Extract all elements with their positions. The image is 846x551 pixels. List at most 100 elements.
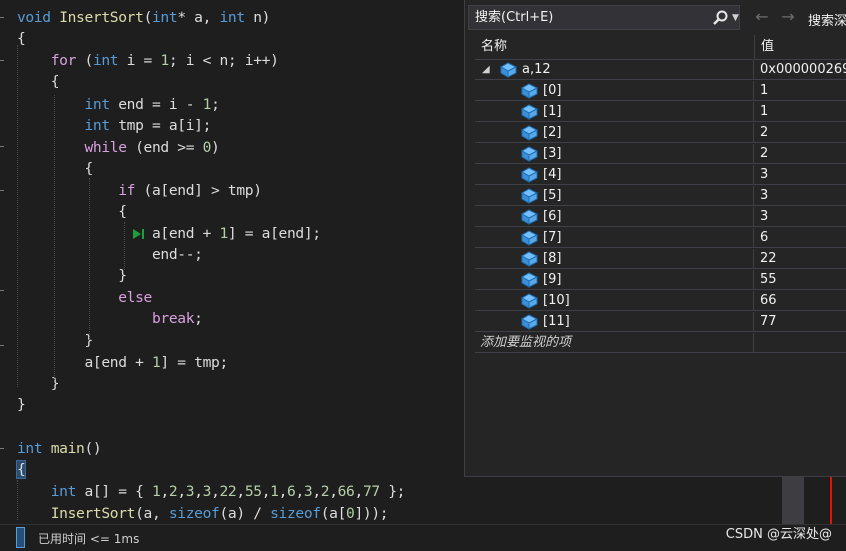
- arrow-right-icon[interactable]: →: [778, 7, 798, 27]
- watch-row[interactable]: [0] 1: [475, 81, 846, 101]
- watch-row-root[interactable]: ◢ a,12 0x0000002698: [475, 60, 846, 80]
- code-token: n): [244, 9, 271, 26]
- watch-row[interactable]: [8] 22: [475, 249, 846, 269]
- watch-value: 2: [760, 146, 769, 161]
- watch-name: a,12: [522, 62, 551, 77]
- watch-row[interactable]: [3] 2: [475, 144, 846, 164]
- search-icon[interactable]: [711, 9, 729, 27]
- code-token: ,: [177, 483, 186, 500]
- column-divider: [753, 60, 754, 80]
- code-line[interactable]: }: [17, 373, 60, 394]
- code-token: end = i -: [109, 96, 203, 113]
- code-token: ]));: [354, 505, 389, 522]
- watch-row[interactable]: [1] 1: [475, 102, 846, 122]
- column-header-name-label: 名称: [481, 39, 508, 54]
- code-token: }: [17, 267, 127, 284]
- code-line[interactable]: int main(): [17, 438, 102, 459]
- code-line[interactable]: else: [17, 287, 152, 308]
- code-token: i =: [118, 52, 161, 69]
- code-line[interactable]: {: [17, 71, 60, 92]
- code-token: }: [17, 375, 60, 392]
- chevron-down-icon[interactable]: ▼: [732, 9, 739, 27]
- code-line[interactable]: {: [17, 28, 26, 49]
- watch-row[interactable]: [6] 3: [475, 207, 846, 227]
- code-token: {: [17, 73, 60, 90]
- indent-guide: [89, 178, 90, 340]
- code-line[interactable]: while (end >= 0): [17, 137, 219, 158]
- watch-row[interactable]: [5] 3: [475, 186, 846, 206]
- watch-value: 77: [760, 314, 777, 329]
- code-token: int: [17, 96, 110, 113]
- code-token: ,: [211, 483, 220, 500]
- code-token: int: [17, 483, 77, 500]
- watch-value: 6: [760, 230, 769, 245]
- watch-row[interactable]: [2] 2: [475, 123, 846, 143]
- code-token: ,: [295, 483, 304, 500]
- code-line[interactable]: int tmp = a[i];: [17, 115, 211, 136]
- code-line[interactable]: }: [17, 265, 127, 286]
- code-token: if: [17, 182, 136, 199]
- code-line[interactable]: InsertSort(a, sizeof(a) / sizeof(a[0]));: [17, 503, 389, 524]
- code-token: 2: [320, 483, 330, 500]
- fold-marker[interactable]: [0, 60, 4, 61]
- code-token: ): [211, 139, 220, 156]
- watch-row[interactable]: [9] 55: [475, 270, 846, 290]
- code-line[interactable]: int end = i - 1;: [17, 94, 219, 115]
- fold-marker[interactable]: [0, 345, 4, 346]
- column-header-name[interactable]: 名称: [475, 35, 753, 60]
- fold-marker[interactable]: [0, 146, 4, 147]
- code-line[interactable]: int a[] = { 1,2,3,3,22,55,1,6,3,2,66,77 …: [17, 481, 406, 502]
- collapse-arrow-icon[interactable]: ◢: [482, 60, 490, 80]
- code-line[interactable]: break;: [17, 308, 203, 329]
- code-token: int: [92, 52, 119, 69]
- code-token: (a[end] > tmp): [135, 182, 262, 199]
- column-header-value[interactable]: 值: [754, 35, 846, 60]
- column-divider: [753, 81, 754, 101]
- search-depth-label[interactable]: 搜索深: [808, 10, 846, 29]
- watch-row[interactable]: [7] 6: [475, 228, 846, 248]
- watch-value: 22: [760, 251, 777, 266]
- column-divider: [753, 165, 754, 185]
- code-token: main: [50, 440, 85, 457]
- code-line[interactable]: end--;: [17, 244, 203, 265]
- watch-name: [9]: [543, 272, 562, 287]
- watch-value: 3: [760, 188, 769, 203]
- status-bar: 已用时间 <= 1ms: [0, 524, 846, 551]
- fold-marker[interactable]: [0, 290, 4, 291]
- code-token: void: [17, 9, 51, 26]
- code-token: sizeof: [168, 505, 220, 522]
- watch-value: 3: [760, 209, 769, 224]
- watch-row[interactable]: [11] 77: [475, 312, 846, 332]
- current-statement-arrow-icon: [133, 229, 144, 239]
- fold-marker[interactable]: [0, 17, 4, 18]
- watch-row[interactable]: [4] 3: [475, 165, 846, 185]
- code-line[interactable]: for (int i = 1; i < n; i++): [17, 50, 279, 71]
- add-watch-row[interactable]: 添加要监视的项: [475, 333, 846, 353]
- code-line[interactable]: a[end + 1] = tmp;: [17, 352, 228, 373]
- column-divider: [753, 228, 754, 248]
- code-line[interactable]: {: [17, 201, 127, 222]
- code-line[interactable]: void InsertSort(int* a, int n): [17, 7, 270, 28]
- column-divider: [753, 102, 754, 122]
- code-token: tmp = a[i];: [109, 117, 212, 134]
- variable-cube-icon: [521, 272, 538, 288]
- search-input[interactable]: [469, 6, 699, 29]
- search-box[interactable]: ▼: [468, 5, 740, 30]
- fold-marker[interactable]: [0, 448, 4, 449]
- code-token: 1: [160, 52, 169, 69]
- watch-row[interactable]: [10] 66: [475, 291, 846, 311]
- variable-cube-icon: [521, 251, 538, 267]
- code-line[interactable]: {: [15, 459, 27, 480]
- code-token: ,: [261, 483, 271, 500]
- arrow-left-icon[interactable]: ←: [752, 7, 772, 27]
- code-line[interactable]: a[end + 1] = a[end];: [17, 223, 321, 244]
- code-token: a[] = {: [76, 483, 152, 500]
- watch-value: 0x0000002698: [760, 62, 846, 77]
- code-token: ,: [312, 483, 321, 500]
- code-token: * a,: [177, 9, 220, 26]
- code-line[interactable]: }: [17, 394, 26, 415]
- code-token: 66: [337, 483, 355, 500]
- fold-marker[interactable]: [0, 190, 4, 191]
- code-token: ] = a[end];: [227, 225, 321, 242]
- code-token: 1: [270, 483, 279, 500]
